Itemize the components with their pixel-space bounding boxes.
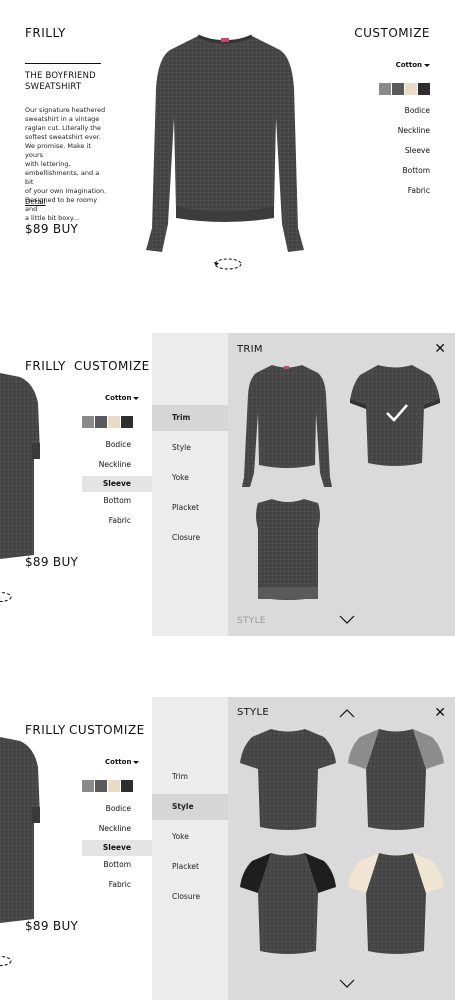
option-bodice[interactable]: Bodice <box>82 440 152 460</box>
menu-yoke[interactable]: Yoke <box>152 465 228 491</box>
panel-title: TRIM <box>237 344 263 355</box>
close-icon[interactable]: ✕ <box>434 342 446 356</box>
swatch-4[interactable] <box>121 780 133 792</box>
option-sleeve[interactable]: Sleeve <box>82 476 152 492</box>
swatch-1[interactable] <box>82 416 94 428</box>
material-dropdown[interactable]: Cotton <box>396 61 430 69</box>
price-buy-button[interactable]: $89 BUY <box>25 919 78 933</box>
swatch-2[interactable] <box>392 83 404 95</box>
option-fabric[interactable]: Fabric <box>82 880 152 900</box>
swatch-2[interactable] <box>95 780 107 792</box>
check-icon <box>386 404 408 422</box>
option-bottom[interactable]: Bottom <box>82 860 152 880</box>
menu-yoke[interactable]: Yoke <box>152 824 228 850</box>
close-icon[interactable]: ✕ <box>434 706 446 720</box>
menu-closure[interactable]: Closure <box>152 525 228 551</box>
brand-logo[interactable]: FRILLY <box>25 359 66 373</box>
swatch-4[interactable] <box>121 416 133 428</box>
chevron-down-icon[interactable] <box>339 979 355 989</box>
menu-trim[interactable]: Trim <box>152 764 228 790</box>
option-list: Bodice Neckline Sleeve Bottom Fabric <box>82 440 152 536</box>
panel-title: STYLE <box>237 707 269 718</box>
swatch-1[interactable] <box>379 83 391 95</box>
swatch-3[interactable] <box>108 416 120 428</box>
swatch-3[interactable] <box>405 83 417 95</box>
trim-option-long-sleeve[interactable] <box>240 361 334 491</box>
brand-logo[interactable]: FRILLY <box>25 26 66 40</box>
option-bottom[interactable]: Bottom <box>370 166 430 186</box>
options-grid-panel: STYLE ✕ <box>228 697 455 1000</box>
submenu-panel: Trim Style Yoke Placket Closure <box>152 697 228 1000</box>
menu-placket[interactable]: Placket <box>152 854 228 880</box>
menu-style[interactable]: Style <box>152 794 228 820</box>
option-fabric[interactable]: Fabric <box>370 186 430 206</box>
screen-product-overview: FRILLY CUSTOMIZE THE BOYFRIEND SWEATSHIR… <box>0 0 455 310</box>
material-dropdown[interactable]: Cotton <box>105 394 140 402</box>
color-swatches <box>82 780 133 792</box>
screen-style-panel: FRILLY CUSTOMIZE Cotton Bodice Neckline … <box>0 697 455 1000</box>
chevron-down-icon <box>424 63 430 67</box>
swatch-3[interactable] <box>108 780 120 792</box>
option-list: Bodice Neckline Sleeve Bottom Fabric <box>370 106 430 206</box>
product-title: THE BOYFRIEND SWEATSHIRT <box>25 71 96 92</box>
style-option-gray-raglan[interactable] <box>346 725 446 833</box>
swatch-2[interactable] <box>95 416 107 428</box>
color-swatches <box>379 83 430 95</box>
swatch-4[interactable] <box>418 83 430 95</box>
option-sleeve[interactable]: Sleeve <box>82 840 152 856</box>
rotate-360-icon[interactable] <box>212 256 244 272</box>
chevron-down-icon <box>133 760 140 764</box>
option-fabric[interactable]: Fabric <box>82 516 152 536</box>
screen-trim-panel: FRILLY CUSTOMIZE Cotton Bodice Neckline … <box>0 333 455 636</box>
chevron-down-icon <box>133 396 140 400</box>
submenu-panel: Trim Style Yoke Placket Closure <box>152 333 228 636</box>
option-list: Bodice Neckline Sleeve Bottom Fabric <box>82 804 152 900</box>
brand-logo[interactable]: FRILLY <box>25 723 66 737</box>
menu-placket[interactable]: Placket <box>152 495 228 521</box>
swatch-1[interactable] <box>82 780 94 792</box>
title-divider <box>25 63 101 64</box>
sweatshirt-side-image <box>0 737 40 923</box>
next-category-label[interactable]: STYLE <box>237 616 266 626</box>
option-sleeve[interactable]: Sleeve <box>370 146 430 166</box>
color-swatches <box>82 416 133 428</box>
menu-closure[interactable]: Closure <box>152 884 228 910</box>
option-bottom[interactable]: Bottom <box>82 496 152 516</box>
menu-trim[interactable]: Trim <box>152 405 228 431</box>
rotate-360-icon[interactable] <box>0 954 14 968</box>
option-neckline[interactable]: Neckline <box>370 126 430 146</box>
chevron-up-icon[interactable] <box>339 708 355 718</box>
trim-option-sleeveless[interactable] <box>248 495 328 605</box>
price-buy-button[interactable]: $89 BUY <box>25 222 78 236</box>
customize-heading: CUSTOMIZE <box>74 359 150 373</box>
style-option-cream-raglan[interactable] <box>346 849 446 957</box>
chevron-down-icon[interactable] <box>339 615 355 625</box>
option-bodice[interactable]: Bodice <box>370 106 430 126</box>
price-buy-button[interactable]: $89 BUY <box>25 555 78 569</box>
customize-heading: CUSTOMIZE <box>354 26 430 40</box>
style-option-heather[interactable] <box>238 725 338 833</box>
material-dropdown[interactable]: Cotton <box>105 758 140 766</box>
customize-heading: CUSTOMIZE <box>69 723 145 737</box>
options-grid-panel: TRIM ✕ STYLE <box>228 333 455 636</box>
sweatshirt-image <box>146 34 304 252</box>
sweatshirt-side-image <box>0 373 40 559</box>
style-option-black-raglan[interactable] <box>238 849 338 957</box>
rotate-360-icon[interactable] <box>0 590 14 604</box>
option-bodice[interactable]: Bodice <box>82 804 152 824</box>
detail-link[interactable]: Detail <box>25 198 46 206</box>
menu-style[interactable]: Style <box>152 435 228 461</box>
